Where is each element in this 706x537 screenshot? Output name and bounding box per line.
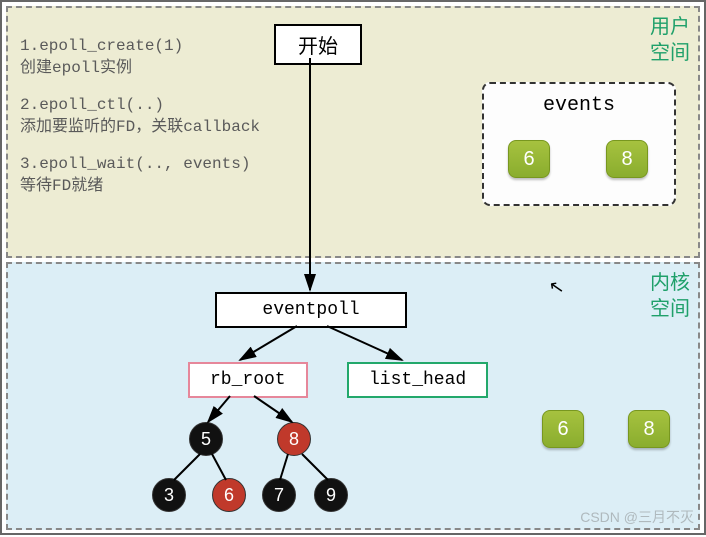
events-container: events 6 8 [482, 82, 676, 206]
rbnode-9-val: 9 [326, 485, 336, 506]
user-space-label: 用户 空间 [650, 14, 690, 66]
rbnode-6-val: 6 [224, 485, 234, 506]
rbnode-8: 8 [277, 422, 311, 456]
step1-code: 1.epoll_create(1) [20, 36, 260, 58]
rbnode-5-val: 5 [201, 429, 211, 450]
ready-chip-1: 8 [628, 410, 670, 448]
step2-desc: 添加要监听的FD，关联callback [20, 117, 260, 139]
rb-root-label: rb_root [210, 370, 286, 390]
rbnode-7-val: 7 [274, 485, 284, 506]
step3-code: 3.epoll_wait(.., events) [20, 154, 260, 176]
step3-desc: 等待FD就绪 [20, 176, 260, 198]
events-title: events [484, 94, 674, 117]
kernel-space-label-l1: 内核 [650, 272, 690, 294]
kernel-space-label-l2: 空间 [650, 298, 690, 320]
events-chip-1-val: 8 [621, 148, 632, 171]
rbnode-6: 6 [212, 478, 246, 512]
start-label: 开始 [298, 36, 338, 58]
events-chip-1: 8 [606, 140, 648, 178]
ready-chip-0-val: 6 [557, 418, 568, 441]
rbnode-8-val: 8 [289, 429, 299, 450]
rbnode-5: 5 [189, 422, 223, 456]
start-box: 开始 [274, 24, 362, 65]
rbnode-3: 3 [152, 478, 186, 512]
eventpoll-box: eventpoll [215, 292, 407, 328]
rbnode-9: 9 [314, 478, 348, 512]
watermark-text: CSDN @三月不灭 [580, 509, 694, 525]
steps-block: 1.epoll_create(1) 创建epoll实例 2.epoll_ctl(… [20, 36, 260, 214]
eventpoll-label: eventpoll [262, 300, 359, 320]
user-space-label-l2: 空间 [650, 42, 690, 64]
step2-code: 2.epoll_ctl(..) [20, 95, 260, 117]
watermark: CSDN @三月不灭 [580, 507, 694, 527]
rbnode-7: 7 [262, 478, 296, 512]
step1-desc: 创建epoll实例 [20, 58, 260, 80]
kernel-space-label: 内核 空间 [650, 270, 690, 322]
rb-root-box: rb_root [188, 362, 308, 398]
events-chip-0-val: 6 [523, 148, 534, 171]
list-head-box: list_head [347, 362, 488, 398]
ready-chip-0: 6 [542, 410, 584, 448]
diagram-canvas: 用户 空间 内核 空间 1.epoll_create(1) 创建epoll实例 … [0, 0, 706, 535]
rbnode-3-val: 3 [164, 485, 174, 506]
list-head-label: list_head [369, 370, 466, 390]
events-chip-0: 6 [508, 140, 550, 178]
ready-chip-1-val: 8 [643, 418, 654, 441]
user-space-label-l1: 用户 [650, 16, 690, 38]
